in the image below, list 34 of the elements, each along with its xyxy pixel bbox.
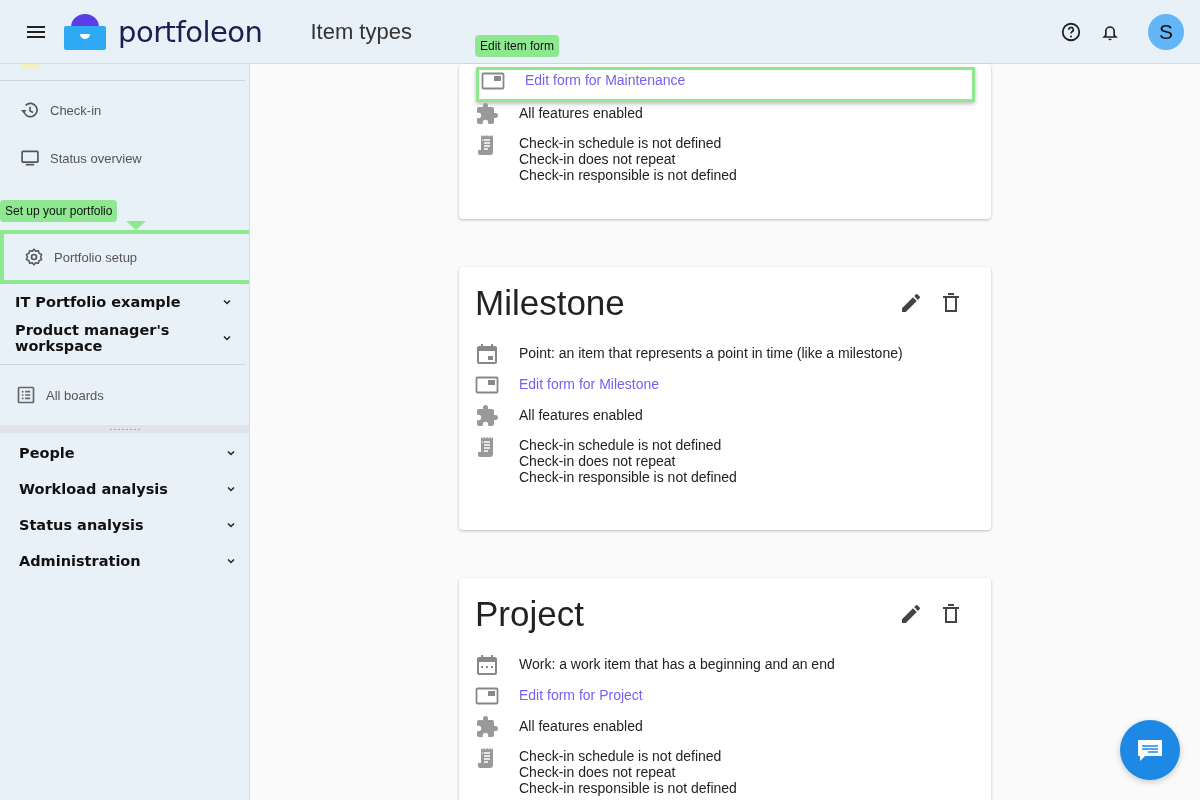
checkin-info: Check-in responsible is not defined: [519, 167, 737, 183]
tour-tooltip: Set up your portfolio: [0, 200, 118, 222]
page-title: Item types: [310, 18, 413, 45]
section-title[interactable]: People: [19, 445, 75, 461]
user-avatar[interactable]: S: [1148, 13, 1184, 50]
card-title: Milestone: [475, 283, 625, 323]
sidebar-item[interactable]: Check-in: [0, 86, 249, 134]
checkin-info: Check-in responsible is not defined: [519, 469, 737, 485]
edit-form-link[interactable]: Edit form for Maintenance: [525, 72, 686, 88]
section-title[interactable]: Workload analysis: [19, 481, 168, 497]
type-description: Point: an item that represents a point in time (like a milestone): [519, 345, 903, 361]
logo-text: portfoleon: [118, 14, 263, 49]
section-title[interactable]: Administration: [19, 553, 141, 569]
section-title[interactable]: Status analysis: [19, 517, 144, 533]
checkin-info: Check-in does not repeat: [519, 151, 677, 167]
features-text: All features enabled: [519, 407, 643, 423]
card-title: Project: [475, 594, 584, 634]
checkin-info: Check-in schedule is not defined: [519, 135, 723, 151]
edit-form-link[interactable]: Edit form for Project: [519, 687, 643, 703]
tour-tooltip: Edit item form: [475, 35, 559, 57]
checkin-info: Check-in does not repeat: [519, 453, 677, 469]
checkin-info: Check-in schedule is not defined: [519, 437, 723, 453]
workspace-title[interactable]: IT Portfolio example: [15, 294, 181, 310]
checkin-info: Check-in schedule is not defined: [519, 748, 723, 764]
sidebar-item[interactable]: Portfolio setup: [0, 230, 249, 284]
type-description: Work: a work item that has a beginning and an end: [519, 656, 835, 672]
checkin-info: Check-in responsible is not defined: [519, 780, 737, 796]
features-text: All features enabled: [519, 105, 643, 121]
sidebar-item[interactable]: Status overview: [0, 134, 249, 182]
checkin-info: Check-in does not repeat: [519, 764, 677, 780]
features-text: All features enabled: [519, 718, 643, 734]
workspace-title[interactable]: Product manager's workspace: [15, 322, 195, 354]
all-boards-link[interactable]: All boards: [0, 365, 249, 425]
edit-form-link[interactable]: Edit form for Milestone: [519, 376, 660, 392]
